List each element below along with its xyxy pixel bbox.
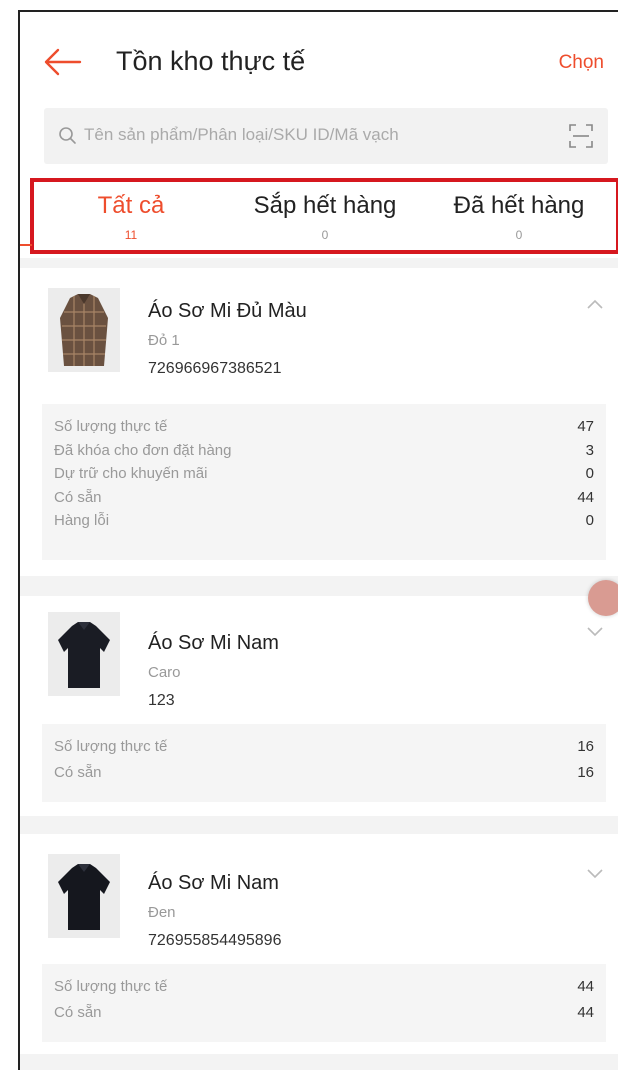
product-name: Áo Sơ Mi Nam xyxy=(148,632,279,654)
stat-label: Có sẵn xyxy=(54,764,102,781)
product-card[interactable]: Áo Sơ Mi Đủ Màu Đỏ 1 726966967386521 Số … xyxy=(20,268,618,576)
tab-label: Tất cả xyxy=(97,192,165,219)
stat-value: 16 xyxy=(577,764,594,781)
stat-row: Số lượng thực tế 44 xyxy=(54,978,594,1004)
stat-label: Hàng lỗi xyxy=(54,512,110,529)
stock-details: Số lượng thực tế 44 Có sẵn 44 xyxy=(42,964,606,1042)
stock-details: Số lượng thực tế 16 Có sẵn 16 xyxy=(42,724,606,802)
floating-assistive-button[interactable] xyxy=(588,580,618,616)
chevron-down-icon[interactable] xyxy=(586,868,604,880)
product-thumbnail-black-shirt xyxy=(48,612,120,696)
tab-count: 11 xyxy=(124,228,138,242)
product-sku: 726966967386521 xyxy=(148,360,282,377)
tab-label: Đã hết hàng xyxy=(453,192,585,219)
stat-label: Số lượng thực tế xyxy=(54,418,168,435)
chevron-up-icon[interactable] xyxy=(586,298,604,310)
tab-low-stock[interactable]: Sắp hết hàng 0 xyxy=(228,182,422,250)
stock-details: Số lượng thực tế 47 Đã khóa cho đơn đặt … xyxy=(42,404,606,560)
stat-value: 44 xyxy=(577,1004,594,1021)
search-placeholder: Tên sản phẩm/Phân loại/SKU ID/Mã vạch xyxy=(84,125,399,144)
stat-label: Số lượng thực tế xyxy=(54,978,168,995)
active-tab-indicator xyxy=(20,244,32,246)
product-thumbnail-plaid-shirt xyxy=(48,288,120,372)
stat-row: Có sẵn 44 xyxy=(54,1004,594,1030)
stat-label: Có sẵn xyxy=(54,1004,102,1021)
header-bar: Tồn kho thực tế Chọn xyxy=(20,12,618,102)
product-card[interactable]: Áo Sơ Mi Nam Caro 123 Số lượng thực tế 1… xyxy=(20,596,618,816)
product-name: Áo Sơ Mi Đủ Màu xyxy=(148,300,307,322)
back-arrow-icon[interactable] xyxy=(42,48,82,76)
stat-row: Có sẵn 44 xyxy=(54,489,594,513)
stat-row: Dự trữ cho khuyến mãi 0 xyxy=(54,465,594,489)
filter-tabs: Tất cả 11 Sắp hết hàng 0 Đã hết hàng 0 xyxy=(20,172,618,258)
product-name: Áo Sơ Mi Nam xyxy=(148,872,279,894)
stat-value: 3 xyxy=(585,441,594,459)
stat-label: Đã khóa cho đơn đặt hàng xyxy=(54,441,232,459)
barcode-scan-icon[interactable] xyxy=(568,123,594,149)
stat-value: 0 xyxy=(585,512,594,529)
stat-label: Số lượng thực tế xyxy=(54,738,168,755)
tabs-highlight-box: Tất cả 11 Sắp hết hàng 0 Đã hết hàng 0 xyxy=(30,178,618,254)
product-thumbnail-black-shirt xyxy=(48,854,120,938)
select-button[interactable]: Chọn xyxy=(559,52,604,74)
stat-row: Số lượng thực tế 47 xyxy=(54,418,594,442)
stat-value: 44 xyxy=(577,488,594,506)
stat-value: 16 xyxy=(577,738,594,755)
stat-label: Dự trữ cho khuyến mãi xyxy=(54,465,208,482)
stat-row: Hàng lỗi 0 xyxy=(54,512,594,536)
app-screen: Tồn kho thực tế Chọn Tên sản phẩm/Phân l… xyxy=(18,10,618,1070)
search-input[interactable]: Tên sản phẩm/Phân loại/SKU ID/Mã vạch xyxy=(44,108,608,164)
stat-value: 44 xyxy=(577,978,594,995)
product-sku: 123 xyxy=(148,692,175,709)
tab-label: Sắp hết hàng xyxy=(253,192,397,219)
search-section: Tên sản phẩm/Phân loại/SKU ID/Mã vạch xyxy=(20,102,618,172)
stat-value: 47 xyxy=(577,418,594,435)
stat-row: Đã khóa cho đơn đặt hàng 3 xyxy=(54,442,594,466)
stat-row: Có sẵn 16 xyxy=(54,764,594,790)
stat-value: 0 xyxy=(585,465,594,482)
tab-count: 0 xyxy=(515,228,523,242)
product-variant: Đỏ 1 xyxy=(148,332,180,349)
product-sku: 726955854495896 xyxy=(148,932,282,949)
tab-out-of-stock[interactable]: Đã hết hàng 0 xyxy=(422,182,616,250)
page-title: Tồn kho thực tế xyxy=(116,46,306,76)
stat-label: Có sẵn xyxy=(54,488,102,506)
stat-row: Số lượng thực tế 16 xyxy=(54,738,594,764)
tab-count: 0 xyxy=(321,228,329,242)
product-variant: Caro xyxy=(148,664,181,681)
product-card[interactable]: Áo Sơ Mi Nam Đen 726955854495896 Số lượn… xyxy=(20,834,618,1054)
chevron-down-icon[interactable] xyxy=(586,626,604,638)
tab-all[interactable]: Tất cả 11 xyxy=(34,182,228,250)
product-variant: Đen xyxy=(148,904,176,921)
search-icon xyxy=(59,127,76,144)
